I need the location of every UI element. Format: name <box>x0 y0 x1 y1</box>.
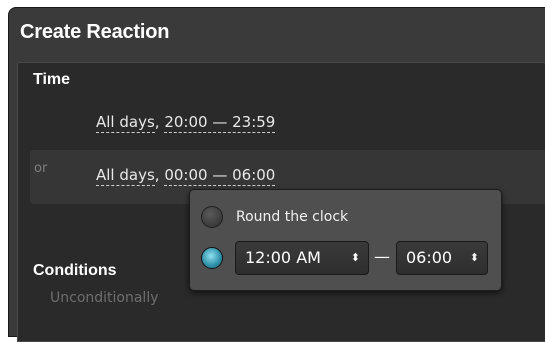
start-time-value: 12:00 AM <box>245 248 321 267</box>
or-label: or <box>34 161 48 176</box>
end-time-spin-icon[interactable]: ⬍ <box>470 242 479 274</box>
time-section-heading: Time <box>33 71 71 88</box>
start-time-spin-icon[interactable]: ⬍ <box>351 242 360 274</box>
round-the-clock-label: Round the clock <box>236 209 349 225</box>
conditions-value-link[interactable]: Unconditionally <box>50 290 159 306</box>
conditions-section-heading: Conditions <box>33 262 117 279</box>
time-rule-row-2: All days, 00:00 — 06:00 <box>96 166 276 186</box>
time-range-popover: Round the clock 12:00 AM ⬍ — 06:00 ⬍ <box>189 189 502 291</box>
round-the-clock-radio[interactable] <box>201 206 223 228</box>
time-rule-2-comma: , <box>154 166 160 184</box>
end-time-spinbox[interactable]: 06:00 ⬍ <box>396 241 488 275</box>
time-rule-1-range-link[interactable]: 20:00 — 23:59 <box>164 113 276 133</box>
time-rule-2-days-link[interactable]: All days <box>96 166 155 186</box>
start-time-spinbox[interactable]: 12:00 AM ⬍ <box>235 241 369 275</box>
time-rule-2-range-link[interactable]: 00:00 — 06:00 <box>164 166 276 186</box>
time-rule-1-comma: , <box>154 113 160 131</box>
time-rule-1-days-link[interactable]: All days <box>96 113 155 133</box>
custom-range-radio[interactable] <box>201 247 223 269</box>
time-range-separator: — <box>374 247 390 266</box>
time-rule-row-1: All days, 20:00 — 23:59 <box>96 113 276 133</box>
end-time-value: 06:00 <box>406 248 453 267</box>
dialog-title: Create Reaction <box>20 21 170 43</box>
